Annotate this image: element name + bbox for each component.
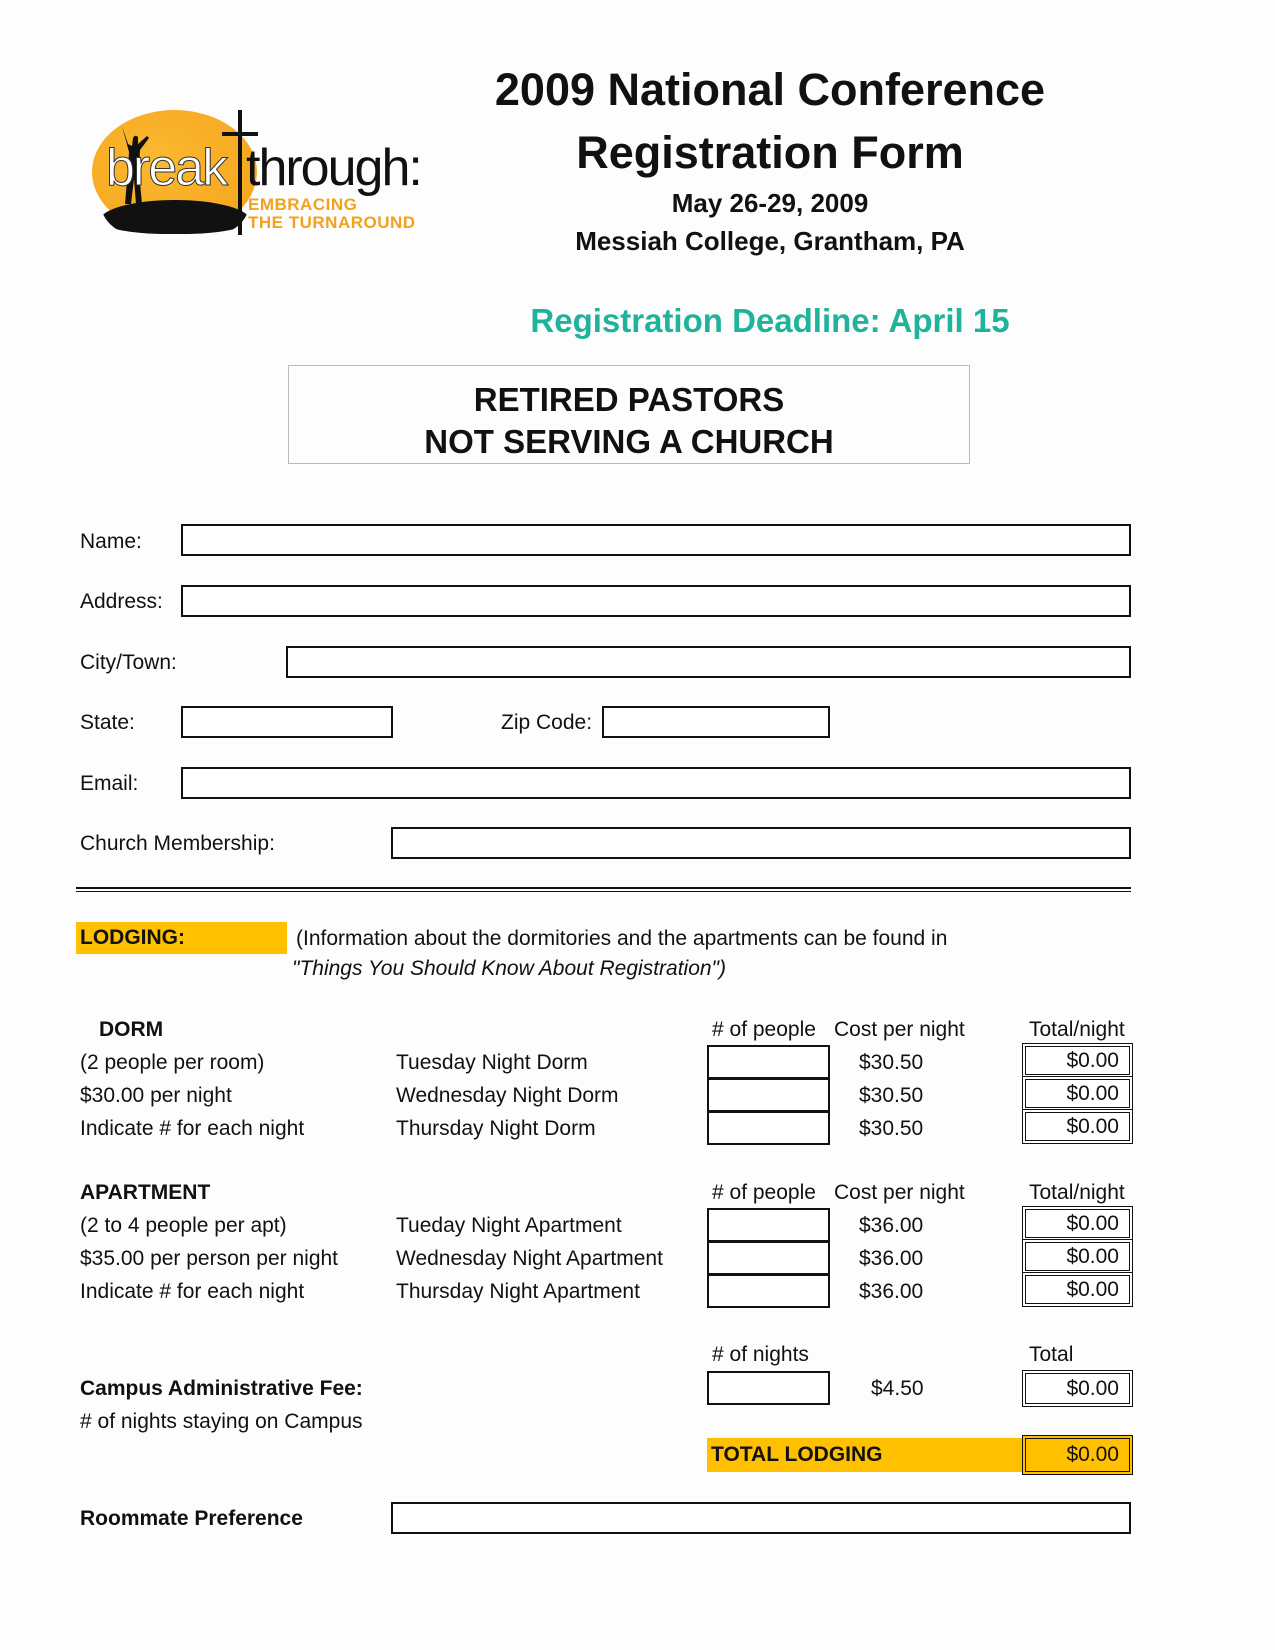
state-field[interactable] [181, 706, 393, 738]
cross-bar [222, 132, 258, 136]
registrant-category-box: RETIRED PASTORS NOT SERVING A CHURCH [288, 365, 970, 464]
apartment-row-label: Thursday Night Apartment [396, 1280, 640, 1303]
apartment-people-input[interactable] [707, 1274, 830, 1308]
admin-fee-heading: Campus Administrative Fee: [80, 1377, 363, 1400]
dorm-cost: $30.50 [859, 1117, 924, 1140]
event-location: Messiah College, Grantham, PA [575, 226, 965, 256]
apartment-desc-2: $35.00 per person per night [80, 1247, 339, 1270]
apartment-cost: $36.00 [859, 1280, 924, 1303]
zip-label: Zip Code: [501, 711, 593, 734]
email-label: Email: [80, 772, 139, 795]
zip-field[interactable] [602, 706, 830, 738]
dorm-col-cost: Cost per night [834, 1018, 965, 1041]
apartment-row-label: Tueday Night Apartment [396, 1214, 622, 1237]
dorm-row-label: Wednesday Night Dorm [396, 1084, 619, 1107]
city-field[interactable] [286, 646, 1131, 678]
apartment-col-people: # of people [712, 1181, 816, 1204]
logo-word-through: through: [246, 139, 423, 197]
section-divider [76, 887, 1131, 892]
category-line1: RETIRED PASTORS [473, 381, 785, 418]
admin-nights-input[interactable] [707, 1371, 830, 1405]
dorm-total: $0.00 [1022, 1043, 1133, 1078]
apartment-row-label: Wednesday Night Apartment [396, 1247, 663, 1270]
apartment-people-input[interactable] [707, 1241, 830, 1275]
admin-fee-desc: # of nights staying on Campus [80, 1410, 363, 1433]
dorm-row-label: Tuesday Night Dorm [396, 1051, 588, 1074]
dorm-total: $0.00 [1022, 1109, 1133, 1144]
registration-deadline: Registration Deadline: April 15 [530, 302, 1010, 339]
lodging-info-line2: "Things You Should Know About Registrati… [292, 957, 727, 980]
logo-hill [100, 200, 250, 234]
state-label: State: [80, 711, 135, 734]
apartment-desc-1: (2 to 4 people per apt) [80, 1214, 287, 1237]
roommate-preference-field[interactable] [391, 1502, 1131, 1534]
logo-tagline-2: THE TURNAROUND [248, 213, 416, 232]
admin-col-nights: # of nights [712, 1343, 809, 1366]
roommate-label: Roommate Preference [80, 1507, 303, 1530]
dorm-cost: $30.50 [859, 1084, 924, 1107]
dorm-desc-2: $30.00 per night [80, 1084, 232, 1107]
dorm-row-label: Thursday Night Dorm [396, 1117, 596, 1140]
cross-icon [238, 110, 242, 235]
dorm-people-input[interactable] [707, 1045, 830, 1079]
apartment-col-cost: Cost per night [834, 1181, 965, 1204]
admin-col-total: Total [1029, 1343, 1074, 1366]
lodging-info-line1: (Information about the dormitories and t… [296, 927, 948, 950]
logo-word-break: break [105, 139, 228, 198]
apartment-total: $0.00 [1022, 1239, 1133, 1274]
page-title-line1: 2009 National Conference [494, 64, 1046, 115]
dorm-heading: DORM [99, 1018, 164, 1041]
admin-fee-total: $0.00 [1022, 1370, 1133, 1407]
address-label: Address: [80, 590, 163, 613]
church-membership-field[interactable] [391, 827, 1131, 859]
city-label: City/Town: [80, 651, 177, 674]
lodging-label: LODGING: [76, 922, 287, 954]
dorm-col-people: # of people [712, 1018, 816, 1041]
page-title-line2: Registration Form [576, 127, 964, 178]
name-label: Name: [80, 530, 142, 553]
event-dates: May 26-29, 2009 [671, 188, 869, 218]
total-lodging-value: $0.00 [1022, 1435, 1133, 1475]
dorm-col-total: Total/night [1029, 1018, 1125, 1041]
apartment-cost: $36.00 [859, 1247, 924, 1270]
apartment-total: $0.00 [1022, 1272, 1133, 1307]
address-field[interactable] [181, 585, 1131, 617]
church-label: Church Membership: [80, 832, 275, 855]
name-field[interactable] [181, 524, 1131, 556]
apartment-col-total: Total/night [1029, 1181, 1125, 1204]
dorm-people-input[interactable] [707, 1078, 830, 1112]
email-field[interactable] [181, 767, 1131, 799]
dorm-desc-3: Indicate # for each night [80, 1117, 305, 1140]
apartment-heading: APARTMENT [80, 1181, 211, 1204]
logo-tagline-1: EMBRACING [248, 195, 358, 214]
total-lodging-label: TOTAL LODGING [707, 1438, 1025, 1472]
dorm-desc-1: (2 people per room) [80, 1051, 265, 1074]
category-line2: NOT SERVING A CHURCH [424, 423, 834, 460]
apartment-people-input[interactable] [707, 1208, 830, 1242]
admin-fee-rate: $4.50 [871, 1377, 924, 1400]
dorm-cost: $30.50 [859, 1051, 924, 1074]
dorm-people-input[interactable] [707, 1111, 830, 1145]
dorm-total: $0.00 [1022, 1076, 1133, 1111]
apartment-desc-3: Indicate # for each night [80, 1280, 305, 1303]
apartment-total: $0.00 [1022, 1206, 1133, 1241]
apartment-cost: $36.00 [859, 1214, 924, 1237]
